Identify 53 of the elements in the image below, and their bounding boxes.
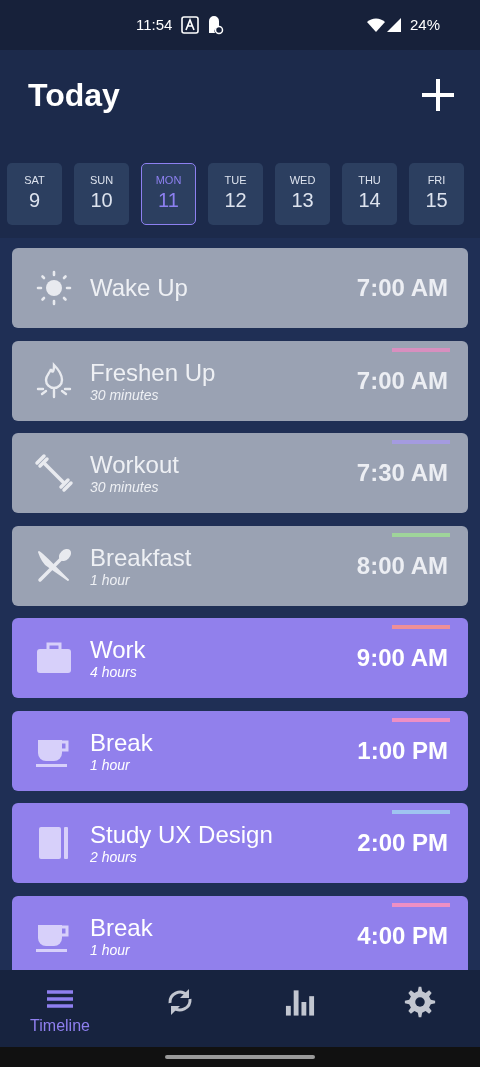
dumbbell-icon: [34, 453, 74, 493]
task-title: Workout: [90, 451, 180, 479]
task-title: Breakfast: [90, 543, 193, 572]
status-time: 11:54: [136, 14, 173, 35]
day-tab[interactable]: THU 14: [342, 163, 397, 225]
sun-icon: [34, 268, 74, 308]
task-time: 7:00 AM: [356, 273, 448, 303]
task-time: 2:00 PM: [357, 828, 448, 858]
menu-icon: [45, 988, 75, 1010]
font-size-icon: [180, 15, 201, 35]
task-duration: 30 minutes: [90, 386, 160, 403]
task-duration: 4 hours: [90, 664, 138, 680]
task-duration: 30 minutes: [90, 479, 160, 495]
flame-icon: [34, 360, 74, 401]
add-button[interactable]: [420, 77, 456, 113]
task-time: 9:00 AM: [356, 643, 448, 673]
task-title: Break: [90, 728, 154, 757]
task-time: 7:30 AM: [356, 458, 448, 488]
task-card[interactable]: Breakfast 1 hour 8:00 AM: [12, 525, 468, 606]
battery-level: 24%: [409, 14, 440, 35]
task-card[interactable]: Break 1 hour 4:00 PM: [12, 895, 468, 970]
task-card[interactable]: Wake Up 7:00 AM: [12, 248, 468, 328]
task-card[interactable]: Workout 30 minutes 7:30 AM: [12, 433, 468, 513]
task-title: Break: [90, 913, 154, 942]
day-tab[interactable]: TUE 12: [208, 163, 263, 225]
wifi-icon: [365, 16, 386, 34]
task-card[interactable]: Study UX Design 2 hours 2:00 PM: [12, 803, 468, 883]
day-tab[interactable]: FRI 15: [409, 163, 464, 225]
day-tab[interactable]: SAT 9: [7, 163, 62, 225]
task-card[interactable]: Break 1 hour 1:00 PM: [12, 710, 468, 791]
task-card[interactable]: Freshen Up 30 minutes 7:00 AM: [12, 340, 468, 421]
gesture-handle[interactable]: [165, 1055, 315, 1059]
task-card[interactable]: Work 4 hours 9:00 AM: [12, 618, 468, 698]
add-icon: [420, 77, 456, 113]
task-time: 1:00 PM: [357, 735, 448, 766]
page-title: Today: [28, 76, 120, 115]
task-duration: 1 hour: [90, 571, 131, 588]
task-title: Work: [90, 636, 147, 664]
day-tab[interactable]: WED 13: [275, 163, 330, 225]
day-tab[interactable]: SUN 10: [74, 163, 129, 225]
day-tab[interactable]: MON 11: [141, 163, 196, 225]
settings-icon: [404, 986, 436, 1018]
task-time: 7:00 AM: [356, 365, 448, 396]
task-duration: 1 hour: [90, 941, 131, 958]
task-title: Study UX Design: [90, 821, 274, 849]
task-time: 4:00 PM: [357, 920, 448, 951]
task-title: Freshen Up: [90, 358, 217, 387]
task-time: 8:00 AM: [356, 550, 448, 581]
notification-icon: [206, 15, 225, 35]
task-duration: 1 hour: [90, 756, 131, 773]
task-title: Wake Up: [90, 274, 189, 302]
signal-icon: [385, 16, 402, 34]
task-duration: 2 hours: [90, 849, 138, 865]
